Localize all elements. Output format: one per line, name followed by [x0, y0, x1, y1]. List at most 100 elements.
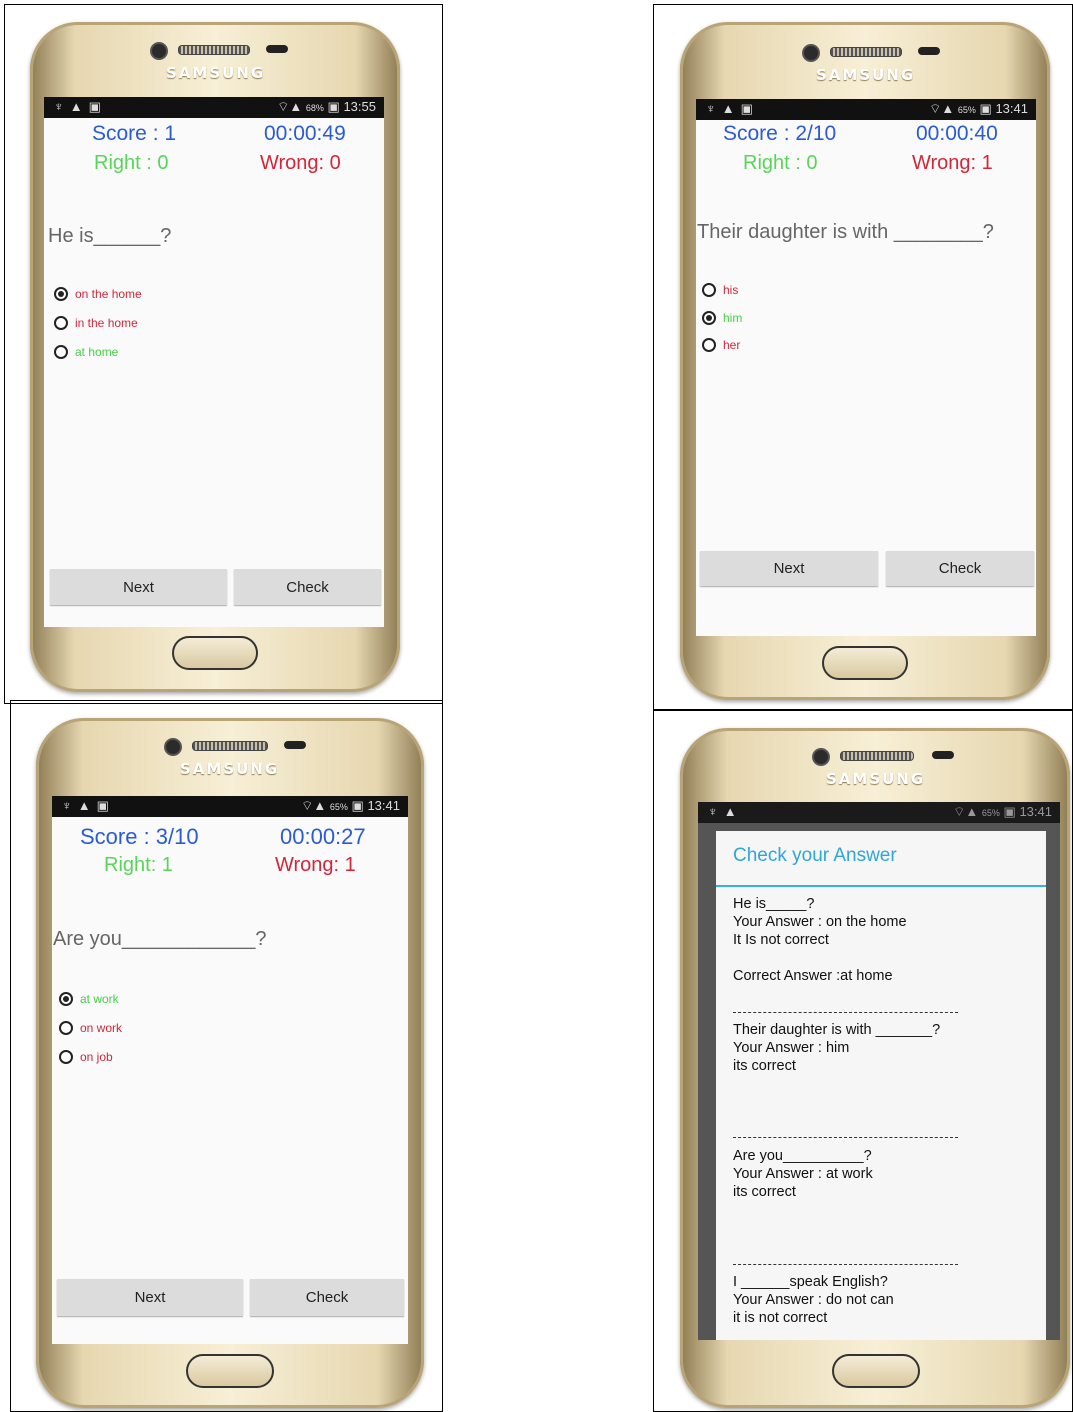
next-button[interactable]: Next: [50, 569, 227, 605]
option-2[interactable]: on work: [59, 1021, 122, 1035]
home-button[interactable]: [186, 1354, 274, 1388]
option-label: him: [723, 311, 743, 325]
battery-level: 65%: [981, 808, 1000, 818]
signal-icon: ⌔▲: [929, 101, 955, 116]
entry-correct-answer: Correct Answer :at home: [733, 968, 893, 984]
entry-separator: [733, 1012, 958, 1013]
entry-verdict: it is not correct: [733, 1310, 828, 1326]
sensor: [266, 45, 288, 53]
radio-button[interactable]: [54, 316, 68, 330]
answer-entry-1: He is_____? Your Answer : on the home It…: [733, 895, 907, 985]
home-button[interactable]: [172, 636, 258, 670]
sensor: [932, 751, 954, 759]
option-label: his: [723, 283, 739, 297]
option-3[interactable]: her: [702, 338, 740, 352]
timer-label: 00:00:27: [280, 824, 366, 849]
score-label: Score : 2/10: [723, 122, 837, 145]
radio-button-checked[interactable]: [54, 287, 68, 301]
battery-icon: ▣: [979, 101, 992, 116]
radio-button[interactable]: [702, 283, 716, 297]
quiz-screen-2: ♆▲▣ ⌔▲ 65% ▣ 13:41 Score : 2/10 00:00:40…: [696, 99, 1036, 636]
radio-button[interactable]: [702, 338, 716, 352]
speaker-grille: [192, 741, 268, 751]
question-text: Are you____________?: [53, 928, 267, 950]
entry-your-answer: Your Answer : on the home: [733, 914, 907, 930]
camera-icon: [802, 44, 820, 62]
next-button[interactable]: Next: [700, 551, 878, 586]
radio-button-checked[interactable]: [702, 311, 716, 325]
battery-level: 65%: [329, 802, 348, 812]
entry-separator: [733, 1137, 958, 1138]
brand-logo: SAMSUNG: [826, 770, 926, 788]
signal-icon: ⌔▲: [277, 99, 303, 114]
wrong-count: Wrong: 1: [912, 152, 993, 174]
radio-button[interactable]: [54, 345, 68, 359]
phone-1: SAMSUNG ♆▲▣ ⌔▲ 68% ▣ 13:55 Score : 1 00:…: [30, 22, 400, 692]
answer-entry-3: Are you__________? Your Answer : at work…: [733, 1147, 873, 1201]
entry-separator: [733, 1264, 958, 1265]
option-1[interactable]: on the home: [54, 287, 142, 301]
sensor: [284, 741, 306, 749]
camera-icon: [812, 748, 830, 766]
option-label: her: [723, 338, 741, 352]
question-text: He is______?: [48, 225, 172, 247]
option-2[interactable]: in the home: [54, 316, 138, 330]
entry-verdict: It Is not correct: [733, 932, 829, 948]
question-text: Their daughter is with ________?: [697, 221, 994, 243]
radio-button[interactable]: [59, 1050, 73, 1064]
brand-logo: SAMSUNG: [816, 66, 916, 84]
entry-question: Are you__________?: [733, 1148, 872, 1164]
option-3[interactable]: at home: [54, 345, 118, 359]
option-2[interactable]: him: [702, 311, 742, 325]
status-bar: ♆▲▣ ⌔▲ 65% ▣ 13:41: [52, 796, 408, 817]
right-count: Right : 0: [743, 152, 818, 174]
score-label: Score : 3/10: [80, 824, 199, 849]
status-right: ⌔▲ 65% ▣ 13:41: [953, 804, 1052, 820]
option-3[interactable]: on job: [59, 1050, 113, 1064]
radio-button[interactable]: [59, 1021, 73, 1035]
option-label: at work: [80, 992, 119, 1006]
brand-logo: SAMSUNG: [166, 64, 266, 82]
answer-entry-2: Their daughter is with _______? Your Ans…: [733, 1021, 940, 1075]
battery-icon: ▣: [1003, 804, 1016, 819]
phone-2: SAMSUNG ♆▲▣ ⌔▲ 65% ▣ 13:41 Score : 2/10 …: [680, 22, 1050, 700]
check-button[interactable]: Check: [234, 569, 381, 605]
notification-icons: ♆▲▣: [54, 99, 107, 114]
speaker-grille: [840, 751, 914, 761]
right-count: Right : 0: [94, 152, 169, 174]
check-button[interactable]: Check: [250, 1279, 404, 1316]
entry-verdict: its correct: [733, 1184, 796, 1200]
entry-your-answer: Your Answer : him: [733, 1040, 850, 1056]
clock: 13:41: [1019, 804, 1052, 819]
entry-question: Their daughter is with _______?: [733, 1022, 941, 1038]
option-label: on job: [80, 1050, 113, 1064]
status-right: ⌔▲ 65% ▣ 13:41: [301, 798, 400, 814]
wrong-count: Wrong: 1: [275, 854, 356, 876]
option-label: on the home: [75, 287, 142, 301]
radio-button-checked[interactable]: [59, 992, 73, 1006]
option-1[interactable]: his: [702, 283, 738, 297]
home-button[interactable]: [832, 1354, 920, 1388]
quiz-screen-1: ♆▲▣ ⌔▲ 68% ▣ 13:55 Score : 1 00:00:49 Ri…: [44, 97, 384, 627]
phone-3: SAMSUNG ♆▲▣ ⌔▲ 65% ▣ 13:41 Score : 3/10 …: [36, 718, 424, 1408]
option-label: at home: [75, 345, 119, 359]
status-bar: ♆▲▣ ⌔▲ 65% ▣ 13:41: [696, 99, 1036, 120]
option-label: on work: [80, 1021, 123, 1035]
quiz-screen-3: ♆▲▣ ⌔▲ 65% ▣ 13:41 Score : 3/10 00:00:27…: [52, 796, 408, 1344]
check-button[interactable]: Check: [886, 551, 1034, 586]
check-answer-dialog: Check your Answer He is_____? Your Answe…: [716, 831, 1046, 1340]
brand-logo: SAMSUNG: [180, 760, 280, 778]
dialog-title: Check your Answer: [733, 845, 897, 866]
next-button[interactable]: Next: [57, 1279, 243, 1316]
battery-icon: ▣: [327, 99, 340, 114]
home-button[interactable]: [822, 646, 908, 680]
status-bar: ♆▲▣ ⌔▲ 68% ▣ 13:55: [44, 97, 384, 118]
entry-your-answer: Your Answer : at work: [733, 1166, 873, 1182]
option-1[interactable]: at work: [59, 992, 119, 1006]
sensor: [918, 47, 940, 55]
score-label: Score : 1: [92, 122, 177, 145]
speaker-grille: [830, 47, 902, 57]
option-label: in the home: [75, 316, 138, 330]
status-right: ⌔▲ 68% ▣ 13:55: [277, 99, 376, 115]
notification-icons: ♆▲▣: [62, 798, 115, 813]
